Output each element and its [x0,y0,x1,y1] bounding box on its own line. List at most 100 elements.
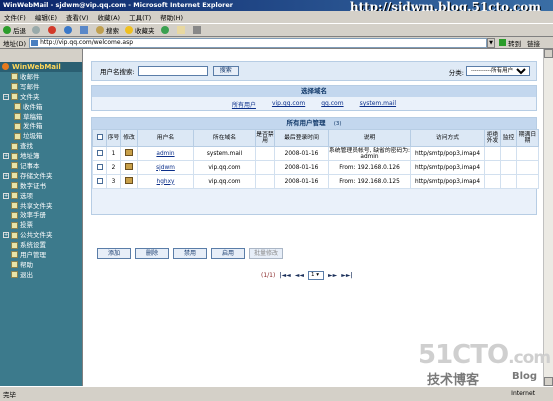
folder-icon [11,261,18,269]
expand-toggle-icon[interactable]: + [3,192,9,199]
address-input[interactable]: http://vip.qq.com/welcome.asp [29,37,488,48]
print-button[interactable] [192,26,203,34]
sidebar-item[interactable]: + 存储文件夹 [0,171,82,181]
spacer-icon [3,212,9,218]
sidebar-item[interactable]: 记事本 [0,161,82,171]
menu-view[interactable]: 查看(V) [66,12,89,22]
column-header: 监控 [500,129,517,147]
brand-logo-domain: .com [508,348,551,368]
user-name-link[interactable]: admin [137,146,194,161]
page-select[interactable]: 1 ▾ [308,271,324,280]
user-monitor [500,160,517,175]
sidebar-item[interactable]: 写邮件 [0,82,82,92]
sidebar-item[interactable]: 用户管理 [0,250,82,260]
row-select [92,146,107,161]
favorites-button[interactable]: 收藏夹 [125,25,155,35]
column-header: 所在域名 [193,129,256,147]
menu-favorites[interactable]: 收藏(A) [98,12,121,22]
row-edit [120,160,138,175]
expand-toggle-icon[interactable]: − [3,93,9,100]
sidebar-item[interactable]: 垃圾箱 [0,131,82,141]
sidebar-item[interactable]: 收邮件 [0,72,82,82]
expand-toggle-icon[interactable]: + [3,172,9,179]
links-button[interactable]: 链接 [527,38,540,48]
mail-button[interactable] [176,26,187,34]
row-checkbox[interactable] [96,177,103,184]
scroll-down-button[interactable] [544,377,553,386]
spacer-icon [3,203,9,209]
sidebar-item-label: 文件夹 [20,92,40,101]
forward-button[interactable] [32,26,42,34]
delete-user-button[interactable]: 删除 [135,248,169,259]
go-label: 转到 [508,39,522,48]
home-button[interactable] [80,26,90,34]
sidebar-item[interactable]: 查找 [0,141,82,151]
add-user-button[interactable]: 添加 [97,248,131,259]
category-select[interactable]: -----------所有用户----------- [466,66,530,76]
sidebar-item[interactable]: + 公共文件夹 [0,230,82,240]
brand-logo-main: 51CTO [418,340,509,370]
sidebar-item-label: 效率手册 [20,211,46,220]
history-button[interactable] [160,26,171,34]
pagination: (1/1) |◄◄ ◄◄ 1 ▾ ►► ►►| [261,271,353,280]
sidebar-item-label: 帮助 [20,260,33,269]
sidebar-item[interactable]: + 地址簿 [0,151,82,161]
next-page-icon[interactable]: ►► [328,272,337,279]
prev-page-icon[interactable]: ◄◄ [295,272,304,279]
domain-link-system-mail[interactable]: system.mail [360,100,396,109]
menu-file[interactable]: 文件(F) [4,12,26,22]
column-header: 说明 [328,129,411,147]
sidebar-item[interactable]: 草稿箱 [0,112,82,122]
first-page-icon[interactable]: |◄◄ [279,272,290,279]
scroll-up-button[interactable] [544,49,553,58]
batch-edit-button[interactable]: 批量修改 [249,248,283,259]
mail-sidebar: WinWebMail 收邮件 写邮件 − 文件夹 收件箱 草稿箱 发件箱 垃圾箱 查找 + 地址簿记… [0,62,82,386]
column-header: 序号 [106,129,121,147]
back-button[interactable]: 后退 [3,25,26,35]
stop-button[interactable] [48,26,58,34]
sidebar-item[interactable]: 退出 [0,270,82,280]
search-button[interactable]: 搜索 [96,25,119,35]
row-checkbox[interactable] [96,149,103,156]
go-button[interactable]: 转到 [499,38,521,48]
edit-icon[interactable] [125,163,133,170]
domain-link-qq[interactable]: qq.com [321,100,343,109]
sidebar-item[interactable]: + 选项 [0,191,82,201]
vertical-scrollbar[interactable] [543,49,553,386]
menu-edit[interactable]: 编辑(E) [35,12,57,22]
row-checkbox[interactable] [96,163,103,170]
select-all-checkbox[interactable] [96,133,103,140]
sidebar-item[interactable]: 效率手册 [0,210,82,220]
edit-icon[interactable] [125,177,133,184]
sidebar-item[interactable]: 帮助 [0,260,82,270]
sidebar-item[interactable]: 共享文件夹 [0,201,82,211]
menu-help[interactable]: 帮助(H) [160,12,183,22]
sidebar-item-label: 用户管理 [20,250,46,259]
expand-toggle-icon[interactable]: + [3,232,9,239]
enable-user-button[interactable]: 启用 [211,248,245,259]
sidebar-item[interactable]: 系统设置 [0,240,82,250]
sidebar-item[interactable]: 发件箱 [0,121,82,131]
refresh-button[interactable] [64,26,74,34]
menu-tools[interactable]: 工具(T) [129,12,151,22]
domain-link-vip-qq[interactable]: vip.qq.com [272,100,305,109]
user-name-link[interactable]: hghxy [137,174,194,189]
user-search-input[interactable] [137,66,208,76]
address-dropdown[interactable]: ▼ [487,37,496,48]
folder-icon [11,172,18,180]
sidebar-item[interactable]: − 文件夹 [0,92,82,102]
sidebar-item[interactable]: 收件箱 [0,102,82,112]
user-search-button[interactable]: 搜索 [212,66,239,76]
history-icon [160,26,169,34]
sidebar-item-label: 退出 [20,270,33,279]
last-page-icon[interactable]: ►►| [341,272,352,279]
disable-user-button[interactable]: 禁用 [173,248,207,259]
sidebar-item[interactable]: 投票 [0,220,82,230]
expand-toggle-icon[interactable]: + [3,153,9,160]
sidebar-item[interactable]: 数字证书 [0,181,82,191]
user-reject-out [484,146,501,161]
domain-links: 所有用户 vip.qq.com qq.com system.mail [92,97,536,109]
user-name-link[interactable]: sjdwm [137,160,194,175]
domain-link-all[interactable]: 所有用户 [232,100,256,109]
edit-icon[interactable] [125,149,133,156]
